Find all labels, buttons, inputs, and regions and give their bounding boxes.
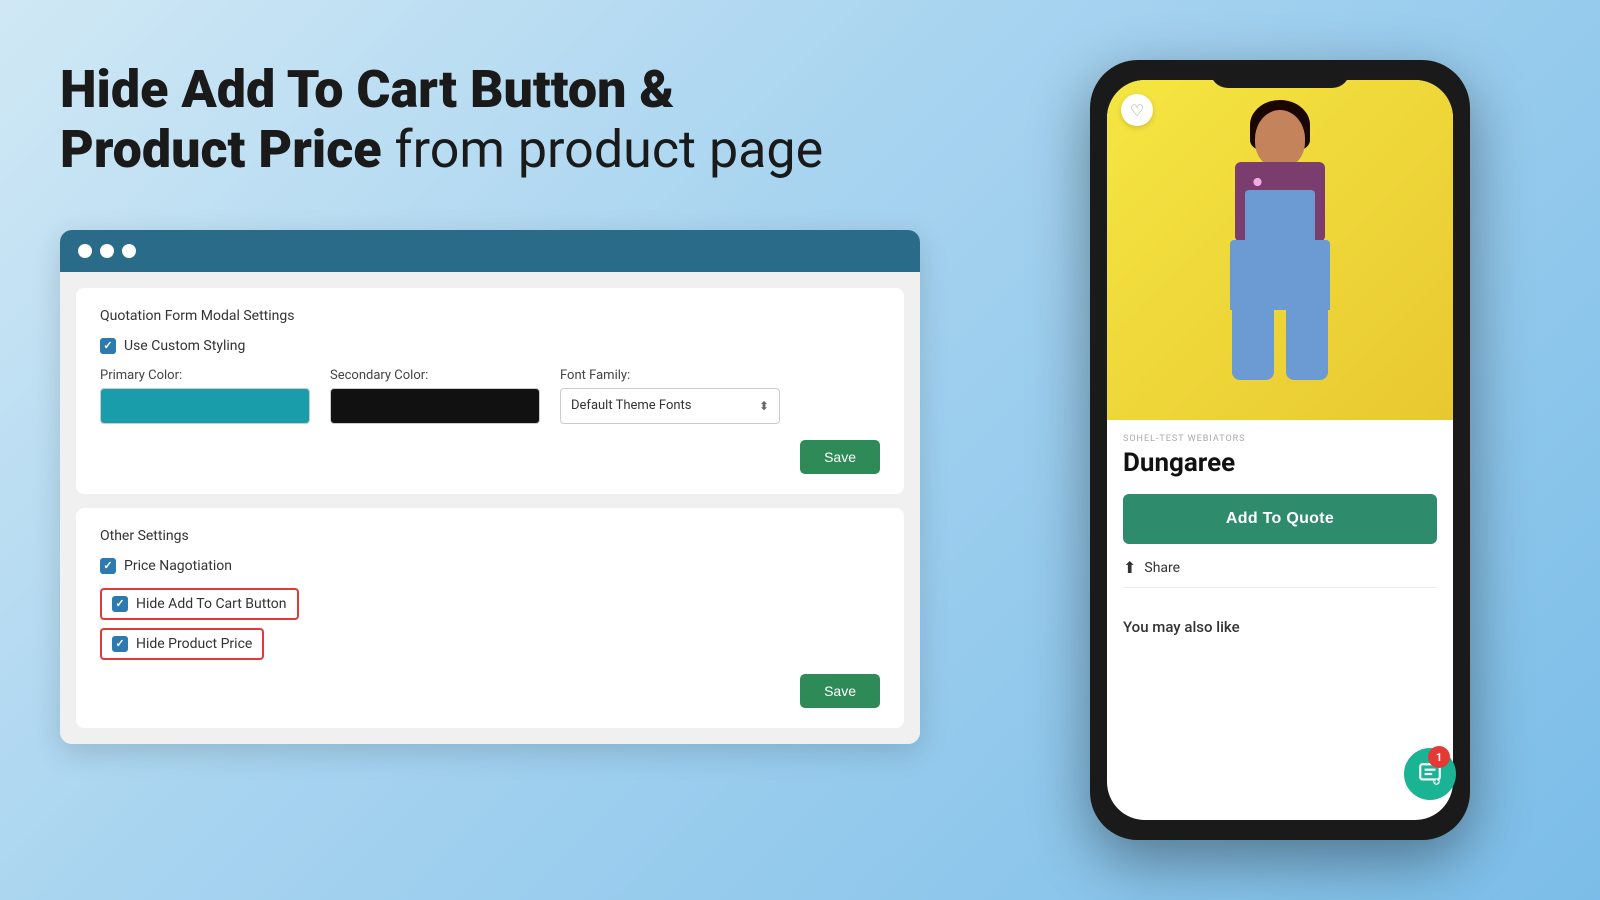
color-row: Primary Color: Secondary Color: Font Fam…	[100, 368, 880, 424]
use-custom-styling-checkbox[interactable]	[100, 338, 116, 354]
hide-product-price-checkbox[interactable]	[112, 636, 128, 652]
hide-add-to-cart-checkbox[interactable]	[112, 596, 128, 612]
product-image: ♡	[1107, 80, 1453, 420]
secondary-color-swatch[interactable]	[330, 388, 540, 424]
font-family-select[interactable]: Default Theme Fonts ⬍	[560, 388, 780, 424]
other-settings-save-button[interactable]: Save	[800, 674, 880, 708]
font-family-field: Font Family: Default Theme Fonts ⬍	[560, 368, 780, 424]
price-negotiation-label: Price Nagotiation	[124, 558, 232, 574]
you-may-also-like: You may also like	[1107, 610, 1453, 644]
left-section: Hide Add To Cart Button & Product Price …	[0, 0, 960, 784]
primary-color-label: Primary Color:	[100, 368, 310, 383]
use-custom-styling-label: Use Custom Styling	[124, 338, 245, 354]
price-negotiation-row: Price Nagotiation	[100, 558, 880, 574]
share-row: ⬆ Share	[1123, 558, 1437, 577]
browser-titlebar	[60, 230, 920, 272]
hide-product-price-label: Hide Product Price	[136, 636, 252, 652]
other-settings-title: Other Settings	[100, 528, 880, 544]
price-negotiation-checkbox[interactable]	[100, 558, 116, 574]
quotation-form-panel: Quotation Form Modal Settings Use Custom…	[76, 288, 904, 494]
browser-dot-2	[100, 244, 114, 258]
fashion-figure	[1180, 90, 1380, 410]
other-settings-panel: Other Settings Price Nagotiation Hide Ad…	[76, 508, 904, 728]
figure-leg-left	[1232, 300, 1274, 380]
hide-product-price-row: Hide Product Price	[100, 628, 264, 660]
share-text: Share	[1144, 560, 1180, 576]
phone-frame: ♡ SOHEL-TEST WEBIATORS Dungaree Add To Q…	[1090, 60, 1470, 840]
wishlist-button[interactable]: ♡	[1121, 94, 1153, 126]
divider	[1123, 587, 1437, 588]
primary-color-field: Primary Color:	[100, 368, 310, 424]
hide-add-to-cart-label: Hide Add To Cart Button	[136, 596, 287, 612]
figure-head	[1255, 110, 1305, 168]
right-section: ♡ SOHEL-TEST WEBIATORS Dungaree Add To Q…	[960, 0, 1600, 900]
primary-color-swatch[interactable]	[100, 388, 310, 424]
browser-window: Quotation Form Modal Settings Use Custom…	[60, 230, 920, 744]
add-to-quote-button[interactable]: Add To Quote	[1123, 494, 1437, 544]
browser-dot-1	[78, 244, 92, 258]
product-name: Dungaree	[1123, 448, 1437, 478]
font-select-arrow-icon: ⬍	[759, 399, 769, 413]
use-custom-styling-row: Use Custom Styling	[100, 338, 880, 354]
browser-body: Quotation Form Modal Settings Use Custom…	[60, 272, 920, 744]
secondary-color-field: Secondary Color:	[330, 368, 540, 424]
font-family-label: Font Family:	[560, 368, 780, 383]
other-settings-save-row: Save	[100, 674, 880, 708]
quotation-panel-title: Quotation Form Modal Settings	[100, 308, 880, 324]
phone-notch	[1210, 60, 1350, 88]
figure-leg-right	[1286, 300, 1328, 380]
phone-screen: ♡ SOHEL-TEST WEBIATORS Dungaree Add To Q…	[1107, 80, 1453, 820]
hero-title: Hide Add To Cart Button & Product Price …	[60, 60, 900, 180]
product-brand: SOHEL-TEST WEBIATORS	[1123, 434, 1437, 444]
quotation-save-row: Save	[100, 440, 880, 474]
hide-add-to-cart-row: Hide Add To Cart Button	[100, 588, 299, 620]
product-info: SOHEL-TEST WEBIATORS Dungaree Add To Quo…	[1107, 420, 1453, 610]
quotation-save-button[interactable]: Save	[800, 440, 880, 474]
browser-dot-3	[122, 244, 136, 258]
fab-notification-badge: 1	[1428, 746, 1450, 768]
secondary-color-label: Secondary Color:	[330, 368, 540, 383]
share-icon: ⬆	[1123, 558, 1136, 577]
